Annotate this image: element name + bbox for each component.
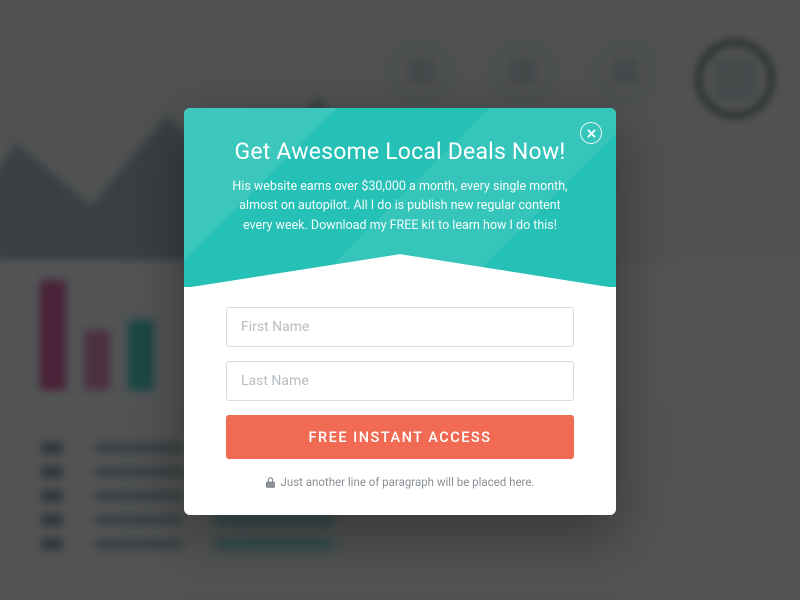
last-name-field[interactable] xyxy=(226,361,574,401)
modal-title: Get Awesome Local Deals Now! xyxy=(220,138,580,165)
lock-icon xyxy=(266,477,275,488)
footer-text: Just another line of paragraph will be p… xyxy=(281,475,535,489)
close-icon xyxy=(587,129,596,138)
modal-footer: Just another line of paragraph will be p… xyxy=(226,475,574,489)
modal-subtitle: His website earns over $30,000 a month, … xyxy=(230,177,570,235)
first-name-field[interactable] xyxy=(226,307,574,347)
submit-button[interactable]: FREE INSTANT ACCESS xyxy=(226,415,574,459)
close-button[interactable] xyxy=(580,122,602,144)
signup-modal: Get Awesome Local Deals Now! His website… xyxy=(184,108,616,515)
modal-header: Get Awesome Local Deals Now! His website… xyxy=(184,108,616,287)
modal-body: FREE INSTANT ACCESS Just another line of… xyxy=(184,287,616,515)
